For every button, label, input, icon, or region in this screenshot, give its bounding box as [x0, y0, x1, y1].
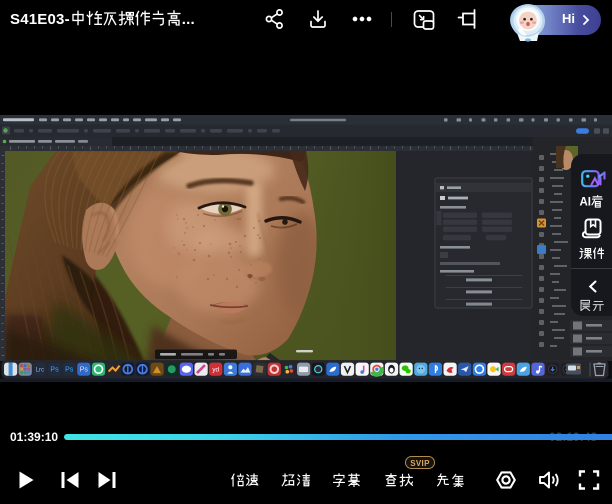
- svg-text:yd: yd: [212, 367, 219, 374]
- svg-text:Ps: Ps: [65, 367, 74, 374]
- svg-text:Ps: Ps: [80, 367, 89, 374]
- svg-text:Ps: Ps: [50, 367, 59, 374]
- svg-text:Lrc: Lrc: [36, 368, 44, 374]
